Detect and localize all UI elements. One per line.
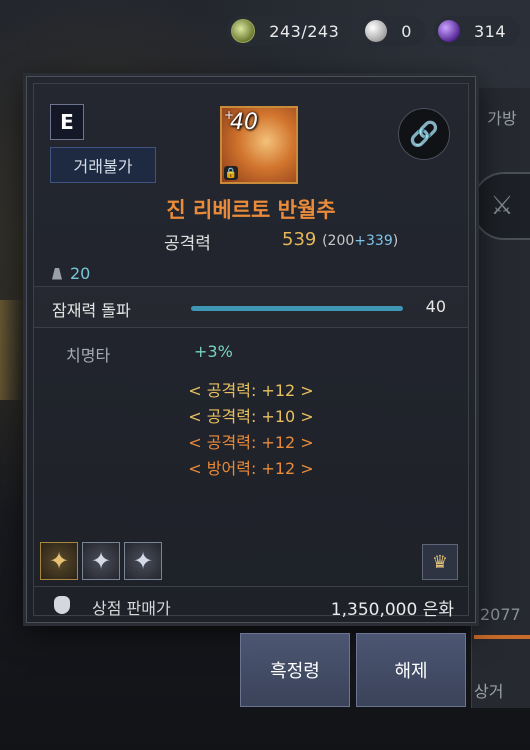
potential-fill [191,306,403,311]
crystal-counter: 314 [433,16,520,46]
money-bag-icon [54,596,70,614]
weight-icon [52,267,62,280]
background-character [0,300,24,400]
energy-value: 243/243 [269,21,340,41]
emblem-icon[interactable]: ♛ [422,544,458,580]
attack-bonus: +339 [354,233,393,249]
link-button[interactable]: 🔗 [398,108,450,160]
lock-icon: 🔒 [224,166,238,180]
release-button[interactable]: 해제 [356,633,466,707]
stat-line: < 공격력: +12 > [188,433,314,452]
weight-row: 20 [52,264,90,283]
grade-badge: E [50,104,84,140]
energy-counter: 243/243 [227,16,354,46]
star-gem-icon[interactable]: ✦ [124,542,162,580]
item-tooltip-inner: E 거래불가 + 40 🔒 🔗 진 리베르토 반월추 공격력 539 (200+… [33,83,469,620]
chain-link-icon: 🔗 [409,120,439,148]
star-gem-icon[interactable]: ✦ [82,542,120,580]
star-gem-icon[interactable]: ✦ [40,542,78,580]
enhance-level: 40 [230,110,258,135]
item-icon: + 40 🔒 [220,106,298,184]
side-progress-bar [474,635,530,639]
attack-row: 공격력 539 (200+339) [164,229,398,254]
attack-value: 539 [282,229,317,250]
weight-value: 20 [70,264,91,283]
divider [34,327,468,328]
sell-label: 상점 판매가 [92,599,171,618]
attack-close: ) [392,233,399,249]
weapon-slot-icon[interactable]: ⚔ [472,172,530,240]
sell-value: 1,350,000 은화 [330,600,454,620]
item-name: 진 리베르토 반월추 [166,198,336,222]
gem-slots: ✦ ✦ ✦ [40,542,162,580]
potential-value: 40 [425,297,446,316]
potential-row: 잠재력 돌파 40 [34,287,468,327]
side-number: 2077 [480,605,521,624]
stat-lines: < 공격력: +12 > < 공격력: +10 > < 공격력: +12 > <… [34,378,468,482]
crystal-value: 314 [473,21,506,41]
attack-detail: (200+339) [322,233,398,249]
energy-icon [231,19,256,43]
crit-label: 치명타 [66,346,111,365]
stat-line: < 공격력: +12 > [188,381,314,400]
pearl-value: 0 [401,21,412,41]
attack-value-group: 539 (200+339) [282,229,398,250]
tab-bag[interactable]: 가방 [474,105,530,129]
attack-base: (200 [322,233,355,249]
item-tooltip: E 거래불가 + 40 🔒 🔗 진 리베르토 반월추 공격력 539 (200+… [26,76,476,623]
currency-bar: 243/243 0 314 [227,14,520,48]
stat-line: < 방어력: +12 > [188,459,314,478]
attack-label: 공격력 [164,234,211,254]
stat-line: < 공격력: +10 > [188,407,314,426]
trade-status-badge: 거래불가 [50,147,156,183]
side-bottom-label[interactable]: 상거 [474,678,530,702]
pearl-icon [365,20,388,42]
crystal-icon [437,20,460,42]
crit-value: +3% [194,342,233,361]
potential-bar [191,306,403,311]
pearl-counter: 0 [361,16,426,46]
sell-price-row: 상점 판매가 1,350,000 은화 [34,587,468,623]
black-spirit-button[interactable]: 흑정령 [240,633,350,707]
potential-label: 잠재력 돌파 [52,301,131,320]
